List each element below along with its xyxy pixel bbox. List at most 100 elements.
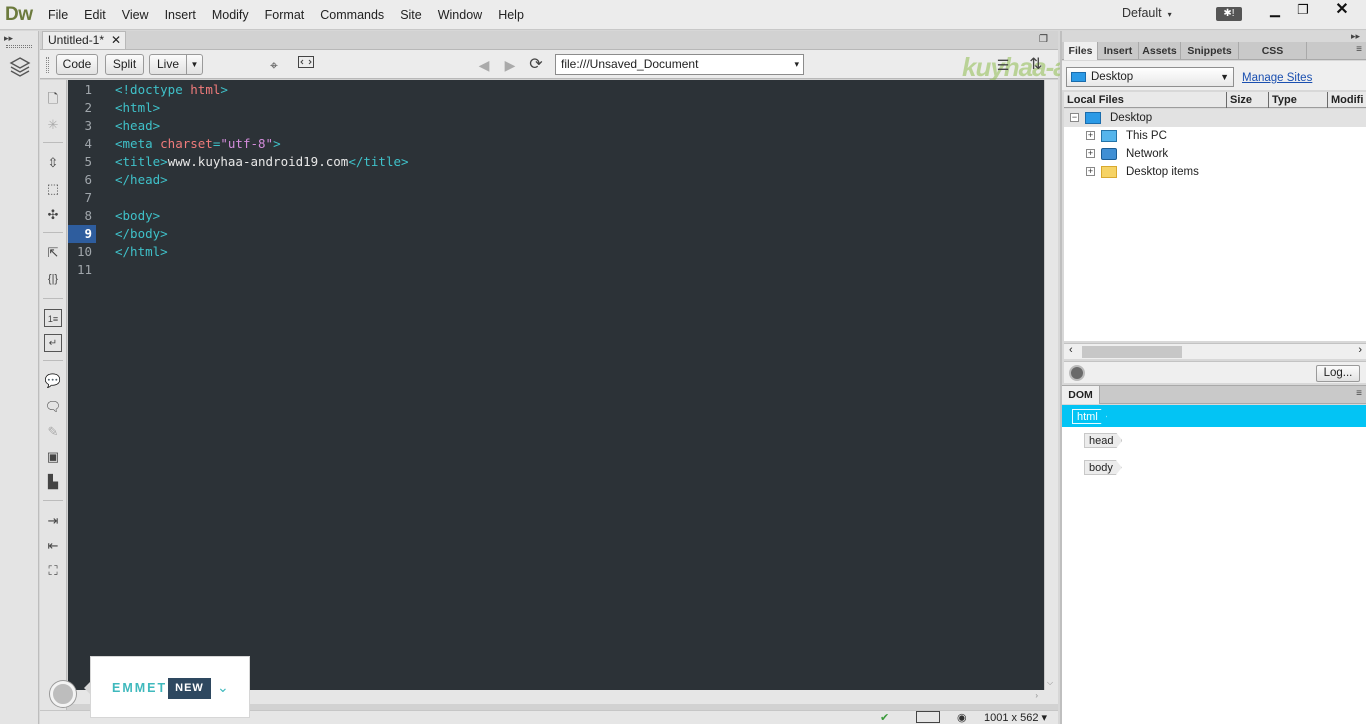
panel-menu-icon[interactable]: ≡ xyxy=(1356,44,1362,55)
menu-modify[interactable]: Modify xyxy=(204,0,257,30)
code-view-button[interactable]: Code xyxy=(56,54,98,75)
move-css-icon[interactable]: ▙ xyxy=(44,473,62,491)
left-dock-strip: ▸▸ xyxy=(0,31,39,724)
code-editor[interactable]: 1 2 3 4 5 6 7 8 9 10 11 <!doctype html> <html> <head… xyxy=(68,80,1044,690)
toolbar-grip[interactable] xyxy=(46,57,49,73)
indent-code-icon[interactable]: ⇥ xyxy=(44,512,62,530)
menu-file[interactable]: File xyxy=(40,0,76,30)
collapse-icon[interactable]: − xyxy=(1070,113,1079,122)
close-tab-icon[interactable]: ✕ xyxy=(111,32,121,49)
live-view-button[interactable]: Live xyxy=(149,54,187,75)
format-source-icon[interactable]: ⛶ xyxy=(44,562,62,580)
close-button[interactable]: ✕ xyxy=(1318,0,1366,22)
word-wrap-icon[interactable]: ↵ xyxy=(44,334,62,352)
address-value: file:///Unsaved_Document xyxy=(561,57,699,71)
show-code-navigator-icon[interactable]: ✳ xyxy=(44,116,62,134)
connect-icon[interactable] xyxy=(1069,365,1085,381)
column-type[interactable]: Type xyxy=(1269,92,1328,108)
insert-panel-icon[interactable] xyxy=(8,55,32,79)
no-errors-icon[interactable]: ✔ xyxy=(880,711,889,724)
collapse-panels-icon[interactable]: ▸▸ xyxy=(1351,31,1360,42)
log-button[interactable]: Log... xyxy=(1316,365,1360,382)
back-arrow-icon[interactable]: ◀ xyxy=(475,56,493,74)
column-size[interactable]: Size xyxy=(1227,92,1269,108)
outdent-code-icon[interactable]: ⇤ xyxy=(44,537,62,555)
expand-icon[interactable]: + xyxy=(1086,167,1095,176)
file-tree-item[interactable]: + Desktop items xyxy=(1064,163,1366,181)
scroll-thumb[interactable] xyxy=(1082,346,1182,358)
line-numbers-icon[interactable]: 1≡ xyxy=(44,309,62,327)
dom-node[interactable]: html xyxy=(1062,405,1366,427)
tab-files[interactable]: Files xyxy=(1064,42,1098,60)
file-tree-item[interactable]: + This PC xyxy=(1064,127,1366,145)
tab-dom[interactable]: DOM xyxy=(1062,386,1100,404)
line-number: 5 xyxy=(84,154,92,169)
file-management-icon[interactable]: ☰ xyxy=(994,56,1012,74)
expand-icon[interactable]: + xyxy=(1086,149,1095,158)
site-select[interactable]: Desktop ▼ xyxy=(1066,67,1234,87)
restore-window-icon[interactable]: ❐ xyxy=(1039,34,1048,45)
live-code-icon[interactable] xyxy=(297,56,315,74)
expand-icon[interactable]: + xyxy=(1086,131,1095,140)
column-modified[interactable]: Modifi xyxy=(1328,92,1366,108)
recent-snippets-icon[interactable]: ▣ xyxy=(44,448,62,466)
tab-assets[interactable]: Assets xyxy=(1139,42,1181,60)
apply-comment-icon[interactable]: 💬 xyxy=(44,372,62,390)
remove-comment-icon[interactable]: 🗨 xyxy=(44,398,62,416)
sync-settings-icon[interactable]: ✱! xyxy=(1216,7,1242,21)
files-horizontal-scrollbar[interactable]: ‹ › xyxy=(1064,343,1366,359)
window-size-icon[interactable] xyxy=(916,711,940,723)
scroll-left-icon[interactable]: ‹ xyxy=(1069,344,1073,356)
menu-insert[interactable]: Insert xyxy=(157,0,204,30)
window-size[interactable]: 1001 x 562 ▾ xyxy=(984,711,1047,724)
document-tab[interactable]: Untitled-1* ✕ xyxy=(42,31,126,50)
menu-site[interactable]: Site xyxy=(392,0,430,30)
scroll-down-icon[interactable]: ⌵ xyxy=(1047,678,1053,688)
editor-vertical-scrollbar[interactable]: ⌵ xyxy=(1044,80,1058,690)
open-documents-icon[interactable]: 🗋 xyxy=(44,90,62,108)
panel-grip[interactable] xyxy=(6,45,32,48)
balance-braces-icon[interactable]: {|} xyxy=(44,270,62,288)
refresh-icon[interactable]: ⟳ xyxy=(527,56,545,74)
file-transfer-icon[interactable]: ⇅ xyxy=(1027,56,1045,74)
address-bar[interactable]: file:///Unsaved_Document ▾ xyxy=(555,54,804,75)
scroll-right-icon[interactable]: › xyxy=(1035,691,1038,700)
tab-insert[interactable]: Insert xyxy=(1098,42,1139,60)
menu-window[interactable]: Window xyxy=(430,0,490,30)
dom-node-label: head xyxy=(1084,433,1122,448)
wrap-tag-icon[interactable]: ✎ xyxy=(44,423,62,441)
collapse-full-tag-icon[interactable]: ⇳ xyxy=(44,154,62,172)
maximize-button[interactable]: ❐ xyxy=(1289,0,1317,22)
file-tree-item[interactable]: − Desktop xyxy=(1064,109,1366,127)
workspace-switcher[interactable]: Default ▾ xyxy=(1122,6,1172,20)
tab-snippets[interactable]: Snippets xyxy=(1181,42,1239,60)
menu-format[interactable]: Format xyxy=(257,0,313,30)
column-local-files[interactable]: Local Files xyxy=(1064,92,1227,108)
dom-node[interactable]: body xyxy=(1062,456,1366,478)
chevron-down-icon[interactable]: ▾ xyxy=(794,55,799,74)
preview-icon[interactable]: ◉ xyxy=(957,711,967,724)
panel-menu-icon[interactable]: ≡ xyxy=(1356,388,1362,399)
emmet-popup[interactable]: EMMET NEW ⌄ xyxy=(84,656,250,718)
inspect-icon[interactable]: ⌖ xyxy=(265,56,283,74)
forward-arrow-icon[interactable]: ▶ xyxy=(501,56,519,74)
dom-node[interactable]: head xyxy=(1062,429,1366,451)
scroll-right-icon[interactable]: › xyxy=(1358,344,1362,356)
manage-sites-link[interactable]: Manage Sites xyxy=(1242,72,1312,84)
minimize-button[interactable]: ▁ xyxy=(1261,0,1289,22)
file-tree-item[interactable]: + Network xyxy=(1064,145,1366,163)
select-parent-tag-icon[interactable]: ⇱ xyxy=(44,244,62,262)
live-view-dropdown[interactable]: ▼ xyxy=(186,54,203,75)
menu-commands[interactable]: Commands xyxy=(312,0,392,30)
menu-view[interactable]: View xyxy=(114,0,157,30)
emmet-indicator[interactable] xyxy=(50,681,76,707)
tab-css-designer[interactable]: CSS Designer xyxy=(1239,42,1307,75)
menu-edit[interactable]: Edit xyxy=(76,0,114,30)
split-view-button[interactable]: Split xyxy=(105,54,144,75)
expand-panels-icon[interactable]: ▸▸ xyxy=(4,33,13,44)
expand-all-icon[interactable]: ✣ xyxy=(44,206,62,224)
collapse-selection-icon[interactable]: ⬚ xyxy=(44,180,62,198)
menu-help[interactable]: Help xyxy=(490,0,532,30)
chevron-down-icon[interactable]: ▼ xyxy=(1220,68,1229,86)
chevron-down-icon[interactable]: ⌄ xyxy=(217,679,229,696)
